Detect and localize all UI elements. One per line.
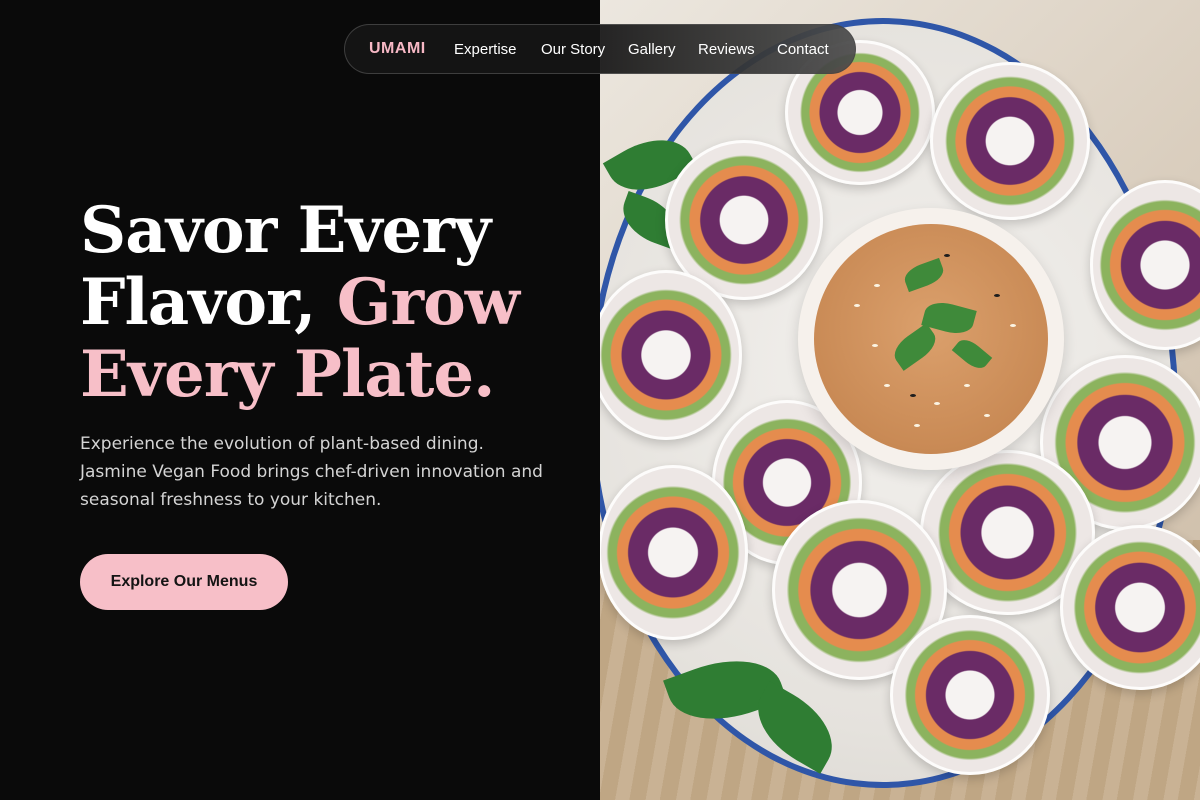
sesame-seed: [874, 284, 880, 287]
nav-link-gallery[interactable]: Gallery: [628, 41, 676, 58]
sesame-seed: [984, 414, 990, 417]
hero-description: Experience the evolution of plant-based …: [80, 434, 543, 510]
sesame-seed: [914, 424, 920, 427]
sesame-seed: [944, 254, 950, 257]
nav-link-expertise[interactable]: Expertise: [454, 41, 517, 58]
spring-roll: [600, 465, 748, 640]
peanut-sauce: [814, 224, 1048, 454]
cilantro-icon: [951, 334, 993, 374]
sesame-seed: [1010, 324, 1016, 327]
sesame-seed: [854, 304, 860, 307]
sesame-seed: [994, 294, 1000, 297]
brand-logo[interactable]: UMAMI: [369, 40, 426, 58]
dipping-sauce-bowl: [798, 208, 1064, 470]
sesame-seed: [964, 384, 970, 387]
sesame-seed: [934, 402, 940, 405]
explore-menus-button[interactable]: Explore Our Menus: [80, 554, 288, 610]
hero-food-image: [600, 0, 1200, 800]
sesame-seed: [872, 344, 878, 347]
cilantro-icon: [901, 257, 947, 293]
hero-left-panel: Savor Every Flavor, Grow Every Plate. Ex…: [0, 0, 600, 800]
hero-title-highlight-2: Every Plate.: [80, 337, 495, 412]
cilantro-icon: [888, 323, 942, 371]
hero-title: Savor Every Flavor, Grow Every Plate.: [80, 195, 580, 411]
sesame-seed: [910, 394, 916, 397]
nav-link-our-story[interactable]: Our Story: [541, 41, 605, 58]
spring-roll: [930, 62, 1090, 220]
sesame-seed: [884, 384, 890, 387]
nav-link-reviews[interactable]: Reviews: [698, 41, 755, 58]
hero-title-line-2: Flavor,: [80, 265, 337, 340]
spring-roll: [890, 615, 1050, 775]
top-navigation: UMAMI Expertise Our Story Gallery Review…: [344, 24, 856, 74]
nav-link-contact[interactable]: Contact: [777, 41, 829, 58]
hero-title-highlight-1: Grow: [336, 265, 520, 340]
hero-title-line-1: Savor Every: [80, 193, 491, 268]
